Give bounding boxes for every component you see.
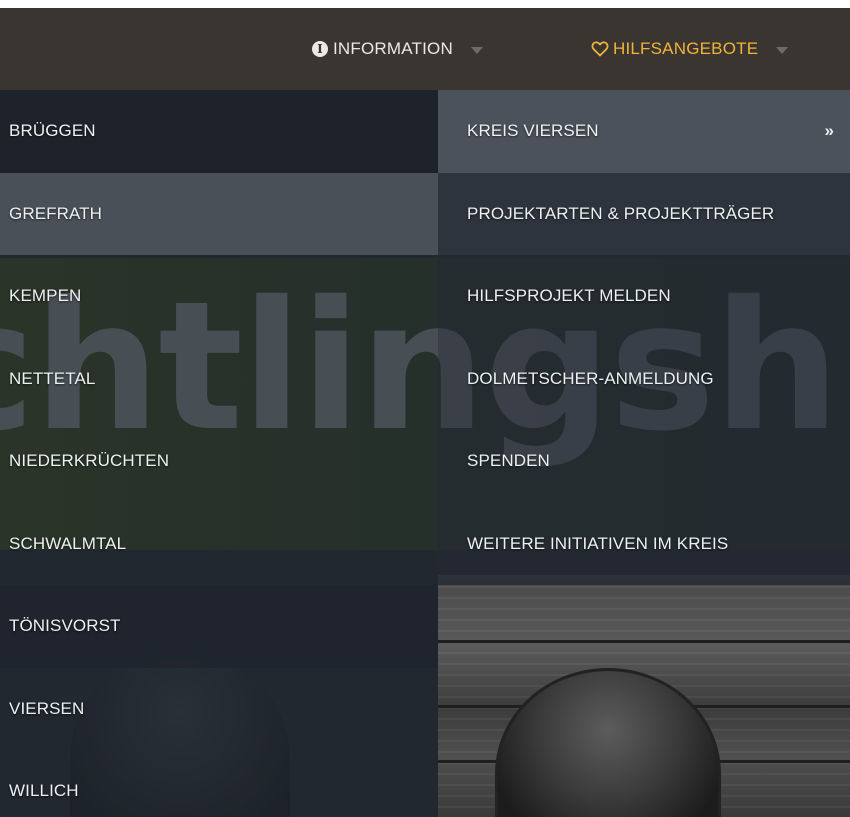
menu-item-toenisvorst[interactable]: TÖNISVORST	[0, 585, 438, 668]
nav-item-hilfsangebote[interactable]: HILFSANGEBOTE	[591, 8, 789, 90]
menu-item-spenden[interactable]: SPENDEN	[438, 420, 850, 503]
menu-item-weitere-initiativen[interactable]: WEITERE INITIATIVEN IM KREIS	[438, 502, 850, 585]
menu-item-label: SCHWALMTAL	[9, 533, 127, 553]
dropdown-menu-kreis: KREIS VIERSEN » PROJEKTARTEN & PROJEKTTR…	[438, 90, 850, 585]
caret-down-icon	[776, 46, 789, 54]
menu-item-willich[interactable]: WILLICH	[0, 750, 438, 817]
menu-item-label: VIERSEN	[9, 698, 85, 718]
menu-item-label: GREFRATH	[9, 203, 103, 223]
menu-item-label: DOLMETSCHER-ANMELDUNG	[467, 368, 714, 388]
menu-item-hilfsprojekt-melden[interactable]: HILFSPROJEKT MELDEN	[438, 255, 850, 338]
menu-item-nettetal[interactable]: NETTETAL	[0, 337, 438, 420]
heart-outline-icon	[591, 41, 609, 57]
menu-item-label: WILLICH	[9, 781, 79, 801]
menu-item-schwalmtal[interactable]: SCHWALMTAL	[0, 502, 438, 585]
caret-down-icon	[470, 46, 483, 54]
info-circle-icon: i	[312, 41, 328, 57]
menu-item-grefrath[interactable]: GREFRATH	[0, 172, 438, 255]
menu-item-label: SPENDEN	[467, 451, 550, 471]
menu-item-label: KREIS VIERSEN	[467, 121, 599, 141]
menu-item-projektarten[interactable]: PROJEKTARTEN & PROJEKTTRÄGER	[438, 172, 850, 255]
menu-item-viersen[interactable]: VIERSEN	[0, 667, 438, 750]
menu-item-label: WEITERE INITIATIVEN IM KREIS	[467, 533, 729, 553]
menu-item-label: NIEDERKRÜCHTEN	[9, 451, 170, 471]
menu-item-kempen[interactable]: KEMPEN	[0, 255, 438, 338]
menu-item-label: HILFSPROJEKT MELDEN	[467, 286, 671, 306]
nav-item-information[interactable]: i INFORMATION	[312, 8, 483, 90]
menu-item-dolmetscher-anmeldung[interactable]: DOLMETSCHER-ANMELDUNG	[438, 337, 850, 420]
menu-item-kreis-viersen[interactable]: KREIS VIERSEN »	[438, 90, 850, 173]
menu-item-bruggen[interactable]: BRÜGGEN	[0, 90, 438, 173]
menu-item-label: TÖNISVORST	[9, 616, 121, 636]
dropdown-menu-municipalities: BRÜGGEN GREFRATH KEMPEN NETTETAL NIEDERK…	[0, 90, 438, 817]
submenu-arrow-icon: »	[824, 121, 834, 141]
wood-plank-seam	[438, 640, 850, 643]
menu-item-label: PROJEKTARTEN & PROJEKTTRÄGER	[467, 203, 775, 223]
top-navigation-bar: i INFORMATION HILFSANGEBOTE	[0, 0, 850, 90]
menu-item-niederkruechten[interactable]: NIEDERKRÜCHTEN	[0, 420, 438, 503]
menu-item-label: BRÜGGEN	[9, 121, 96, 141]
menu-item-label: KEMPEN	[9, 286, 82, 306]
page: chtlingshil i INFORMATION HILFSANGEBOTE …	[0, 0, 850, 817]
menu-item-label: NETTETAL	[9, 368, 96, 388]
nav-item-label: INFORMATION	[333, 39, 453, 58]
nav-item-label: HILFSANGEBOTE	[613, 39, 759, 58]
